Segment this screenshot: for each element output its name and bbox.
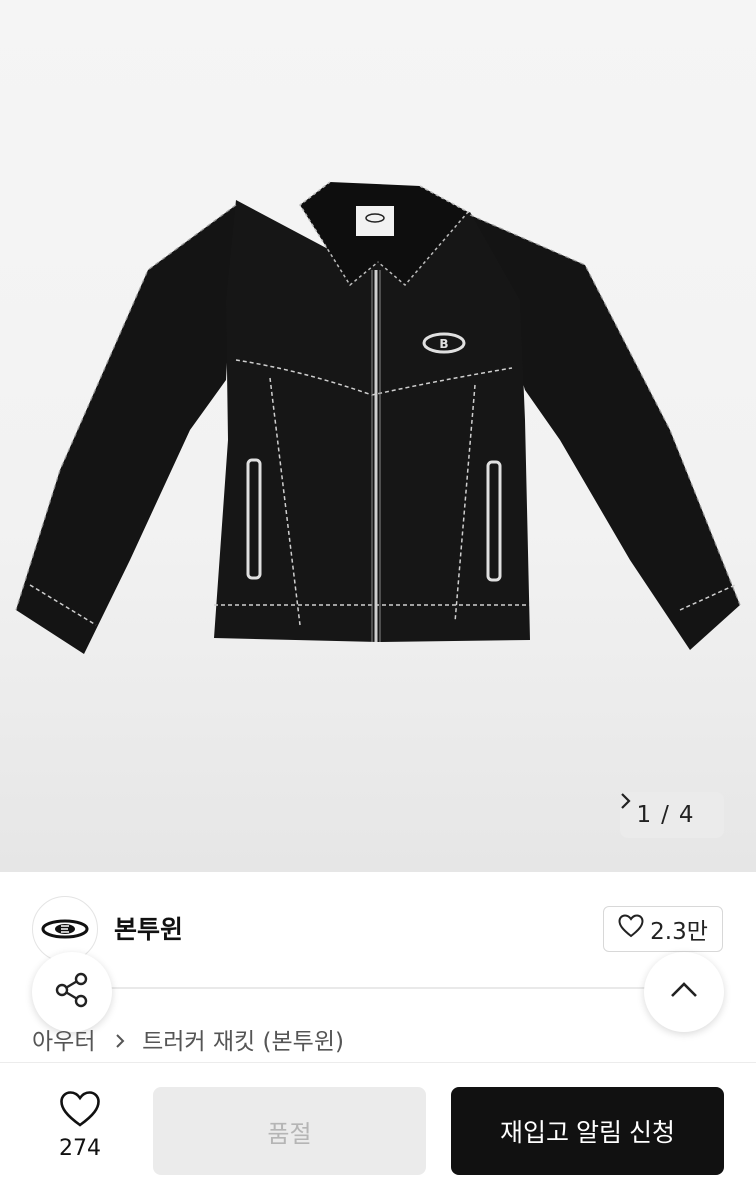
soldout-button: 품절 [153, 1087, 426, 1175]
image-counter[interactable]: 1 / 4 [620, 792, 724, 838]
wishlist-count: 274 [59, 1136, 101, 1161]
divider [100, 987, 660, 989]
breadcrumb-category[interactable]: 아우터 [32, 1029, 95, 1055]
image-counter-current: 1 [636, 802, 652, 828]
brand-logo-mark [41, 919, 89, 939]
brand-like-count: 2.3만 [650, 919, 708, 945]
wishlist-button[interactable]: 274 [48, 1090, 112, 1161]
brand-like-button[interactable]: 2.3만 [603, 906, 723, 952]
chevron-right-icon [115, 1029, 132, 1055]
scroll-top-button[interactable] [644, 952, 724, 1032]
share-icon [53, 971, 91, 1013]
svg-text:B: B [439, 337, 448, 351]
share-button[interactable] [32, 952, 112, 1032]
jacket-illustration: B [15, 181, 741, 654]
heart-outline-icon [618, 914, 644, 944]
image-counter-total: 4 [678, 802, 694, 828]
chevron-up-icon [669, 981, 699, 1003]
product-image[interactable]: B 1 / 4 [0, 0, 756, 872]
breadcrumb-product[interactable]: 트러커 재킷 (본투윈) [142, 1029, 344, 1055]
image-counter-separator: / [661, 802, 669, 828]
heart-outline-icon [59, 1091, 101, 1132]
brand-name[interactable]: 본투윈 [114, 910, 183, 946]
restock-alert-button[interactable]: 재입고 알림 신청 [451, 1087, 724, 1175]
breadcrumb: 아우터 트러커 재킷 (본투윈) [32, 1022, 344, 1056]
